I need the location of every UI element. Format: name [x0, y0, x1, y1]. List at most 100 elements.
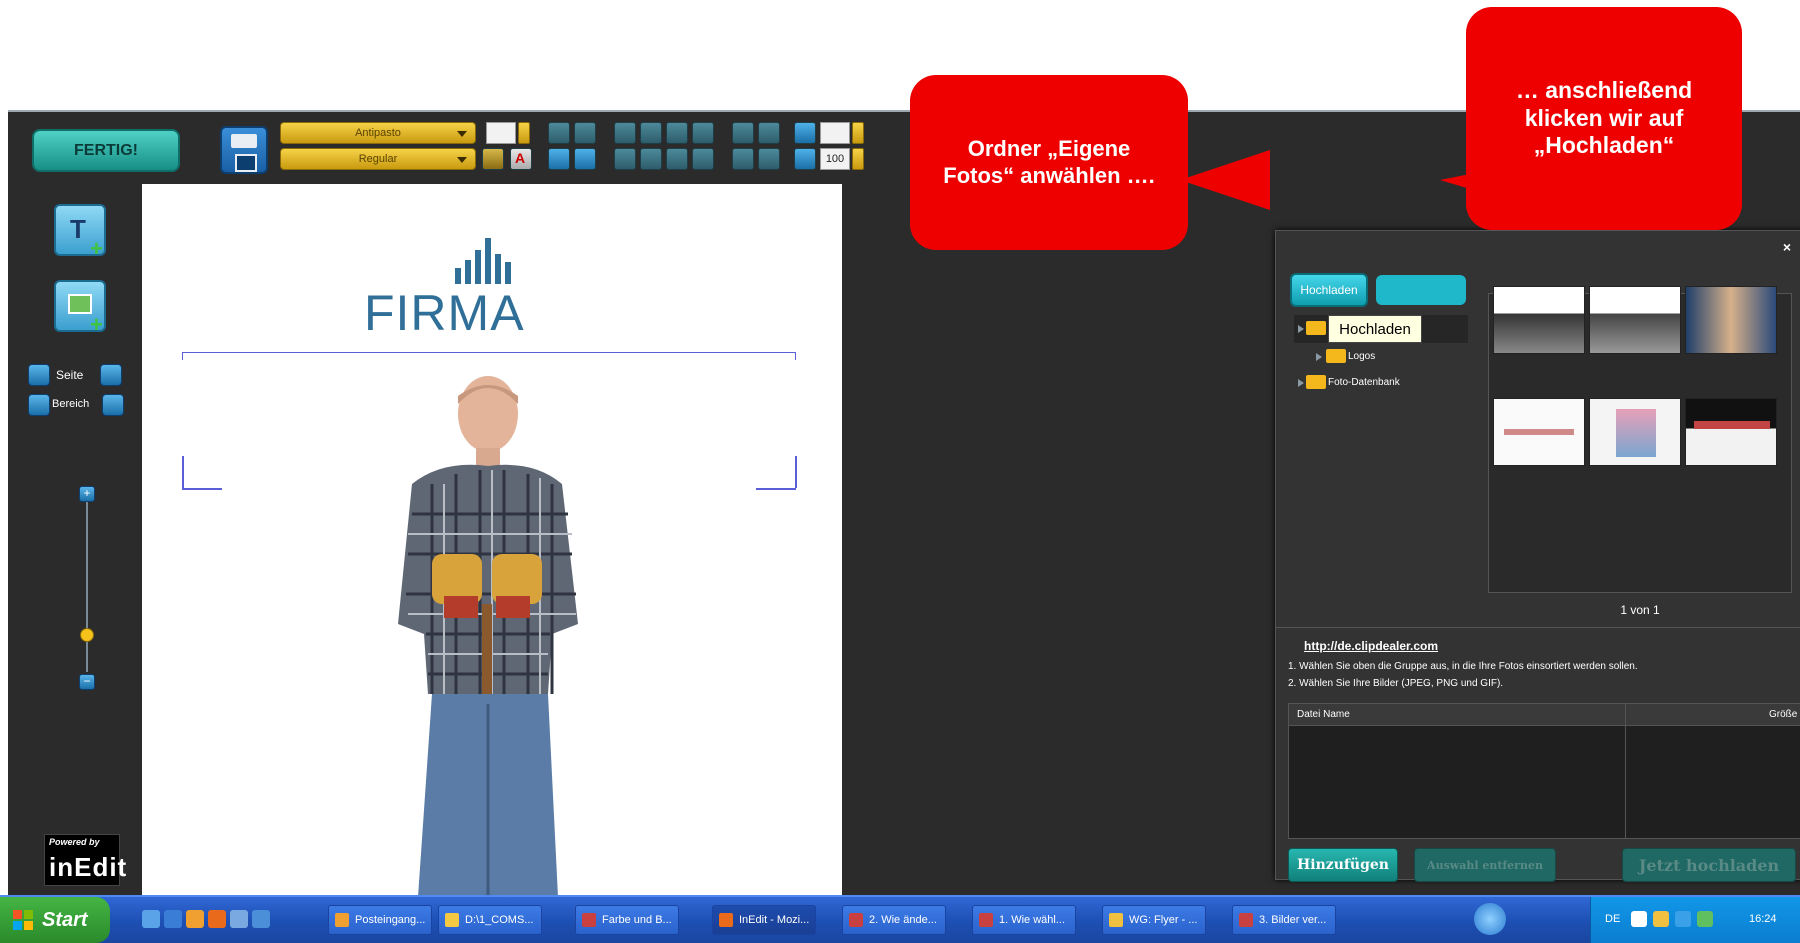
- line-spacing-field[interactable]: [820, 122, 850, 144]
- add-files-button[interactable]: Hinzufügen: [1288, 848, 1398, 882]
- valign-middle-icon[interactable]: [640, 148, 662, 170]
- tree-expand-icon[interactable]: [1298, 325, 1304, 333]
- opacity-field[interactable]: 100: [820, 148, 850, 170]
- task-button[interactable]: 2. Wie ände...: [842, 905, 946, 935]
- opacity-icon[interactable]: [794, 148, 816, 170]
- clock: 16:24: [1749, 913, 1777, 925]
- area-prev-icon[interactable]: [28, 394, 50, 416]
- zoom-in-icon[interactable]: +: [79, 486, 95, 502]
- tree-item-logos[interactable]: Logos: [1348, 351, 1375, 362]
- task-button-active[interactable]: InEdit - Mozi...: [712, 905, 816, 935]
- pagination: 1 von 1: [1620, 603, 1660, 617]
- worker-photo[interactable]: [372, 374, 602, 897]
- layer-up-icon[interactable]: [732, 148, 754, 170]
- start-button[interactable]: Start: [0, 897, 110, 943]
- thumbnail[interactable]: [1589, 286, 1681, 354]
- tray-icon[interactable]: [1675, 911, 1691, 927]
- align-right-icon[interactable]: [666, 122, 688, 144]
- add-text-button[interactable]: T +: [54, 204, 106, 260]
- close-icon[interactable]: ×: [1783, 239, 1791, 255]
- folder-icon: [445, 913, 459, 927]
- area-next-icon[interactable]: [102, 394, 124, 416]
- align-center-icon[interactable]: [640, 122, 662, 144]
- callout-select-folder: Ordner „Eigene Fotos“ anwählen ….: [910, 75, 1188, 250]
- tree-expand-icon[interactable]: [1316, 353, 1322, 361]
- task-button[interactable]: 3. Bilder ver...: [1232, 905, 1336, 935]
- secondary-tab-button[interactable]: [1376, 275, 1466, 305]
- thumbnail[interactable]: [1493, 286, 1585, 354]
- windows-logo-icon: [13, 910, 33, 930]
- align-justify-icon[interactable]: [692, 122, 714, 144]
- undo-icon[interactable]: [548, 148, 570, 170]
- layer-front-icon[interactable]: [732, 122, 754, 144]
- tree-item-photo-database[interactable]: Foto-Datenbank: [1328, 377, 1400, 388]
- valign-bottom-icon[interactable]: [666, 148, 688, 170]
- finish-button[interactable]: FERTIG!: [32, 129, 180, 172]
- opacity-stepper[interactable]: [852, 148, 864, 170]
- list-bullet-icon[interactable]: [548, 122, 570, 144]
- frame-gap-right: [792, 360, 804, 456]
- network-icon[interactable]: [1474, 903, 1506, 935]
- tray-icon[interactable]: [1653, 911, 1669, 927]
- upload-tab-button[interactable]: Hochladen: [1290, 273, 1368, 307]
- font-size-field[interactable]: [486, 122, 516, 144]
- save-icon[interactable]: [220, 126, 268, 174]
- thumbnail[interactable]: [1685, 286, 1777, 354]
- text-color-icon[interactable]: A: [510, 148, 532, 170]
- desktop-icon[interactable]: [252, 910, 270, 928]
- page-label: Seite: [56, 368, 84, 382]
- font-family-select[interactable]: Antipasto: [280, 122, 476, 144]
- thumbnail[interactable]: [1685, 398, 1777, 466]
- remove-selection-button[interactable]: Auswahl entfernen: [1414, 848, 1556, 882]
- task-button[interactable]: D:\1_COMS...: [438, 905, 542, 935]
- task-button[interactable]: WG: Flyer - ...: [1102, 905, 1206, 935]
- layer-back-icon[interactable]: [758, 122, 780, 144]
- underline-icon[interactable]: [482, 148, 504, 170]
- task-button[interactable]: 1. Wie wähl...: [972, 905, 1076, 935]
- task-button[interactable]: Farbe und B...: [575, 905, 679, 935]
- clipdealer-link[interactable]: http://de.clipdealer.com: [1304, 639, 1438, 653]
- valign-top-icon[interactable]: [614, 148, 636, 170]
- taskbar: Start Posteingang... D:\1_COMS... Farbe …: [0, 895, 1800, 943]
- thumbnail[interactable]: [1589, 398, 1681, 466]
- upload-now-button[interactable]: Jetzt hochladen: [1622, 848, 1796, 882]
- page-next-icon[interactable]: [100, 364, 122, 386]
- page-prev-icon[interactable]: [28, 364, 50, 386]
- font-style-select[interactable]: Regular: [280, 148, 476, 170]
- line-spacing-stepper[interactable]: [852, 122, 864, 144]
- task-label: 1. Wie wähl...: [999, 914, 1066, 926]
- firefox-icon[interactable]: [208, 910, 226, 928]
- add-image-button[interactable]: +: [54, 280, 106, 336]
- line-spacing-icon[interactable]: [794, 122, 816, 144]
- zoom-slider-track[interactable]: [86, 502, 88, 672]
- zoom-out-icon[interactable]: −: [79, 674, 95, 690]
- system-tray: DE 16:24: [1590, 897, 1800, 943]
- language-indicator[interactable]: DE: [1605, 913, 1620, 925]
- zoom-slider-handle[interactable]: [80, 628, 94, 642]
- task-button[interactable]: Posteingang...: [328, 905, 432, 935]
- divider: [1276, 627, 1800, 628]
- quicklaunch-icon[interactable]: [142, 910, 160, 928]
- frame-side-br: [795, 456, 797, 488]
- design-canvas[interactable]: FIRMA: [142, 184, 842, 897]
- browser-icon[interactable]: [164, 910, 182, 928]
- explorer-icon[interactable]: [230, 910, 248, 928]
- upload-tooltip: Hochladen: [1328, 315, 1422, 343]
- layer-down-icon[interactable]: [758, 148, 780, 170]
- valign-fill-icon[interactable]: [692, 148, 714, 170]
- align-left-icon[interactable]: [614, 122, 636, 144]
- tray-icon[interactable]: [1697, 911, 1713, 927]
- tree-expand-icon[interactable]: [1298, 379, 1304, 387]
- mail-icon[interactable]: [186, 910, 204, 928]
- thumbnail[interactable]: [1493, 398, 1585, 466]
- inedit-logo-text: inEdit: [49, 852, 128, 882]
- tray-icon[interactable]: [1631, 911, 1647, 927]
- list-number-icon[interactable]: [574, 122, 596, 144]
- chevron-down-icon: [457, 157, 467, 163]
- redo-icon[interactable]: [574, 148, 596, 170]
- font-size-stepper[interactable]: [518, 122, 530, 144]
- column-separator: [1625, 704, 1626, 838]
- task-label: 3. Bilder ver...: [1259, 914, 1327, 926]
- file-table-header: Datei Name Größe: [1289, 704, 1800, 726]
- font-style-value: Regular: [358, 153, 398, 165]
